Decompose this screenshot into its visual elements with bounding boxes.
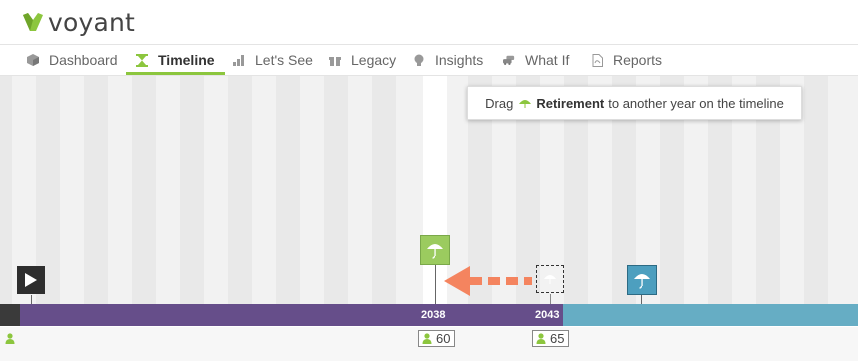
event-marker-stem: [641, 294, 642, 304]
app-header: voyant: [0, 0, 858, 45]
person-icon: [422, 333, 432, 344]
placeholder-stem: [550, 294, 551, 304]
cube-icon: [27, 54, 39, 66]
retirement-marker-stem: [435, 264, 436, 304]
timeline-bar-working: [20, 304, 563, 326]
age-chip-60: 60: [418, 330, 455, 347]
year-label-2043: 2043: [535, 309, 560, 321]
drag-direction-arrow: [444, 266, 532, 296]
tab-legacy[interactable]: Legacy: [329, 45, 396, 75]
tab-label: Insights: [435, 52, 484, 68]
age-value: 60: [436, 331, 451, 346]
lightbulb-icon: [413, 54, 425, 66]
umbrella-ghost-icon: [544, 275, 556, 284]
app-name: voyant: [48, 7, 136, 37]
umbrella-icon: [519, 100, 532, 108]
hourglass-icon: [136, 53, 148, 67]
voyant-logo[interactable]: voyant: [22, 7, 136, 37]
tab-label: What If: [525, 52, 570, 68]
bar-chart-icon: [233, 54, 245, 66]
drag-hint-tooltip: Drag Retirement to another year on the t…: [467, 86, 802, 120]
gift-icon: [329, 54, 341, 66]
year-label-2038: 2038: [421, 309, 446, 321]
person-icon: [536, 333, 546, 344]
tooltip-prefix: Drag: [485, 95, 514, 111]
tooltip-suffix: to another year on the timeline: [608, 95, 784, 111]
timeline-bar-retired: [563, 304, 858, 326]
start-marker-stem: [31, 295, 32, 304]
timeline-bar-start: [0, 304, 20, 326]
tab-lets-see[interactable]: Let's See: [233, 45, 313, 75]
tab-reports[interactable]: Reports: [591, 45, 662, 75]
cars-icon: [503, 54, 515, 66]
play-icon: [25, 273, 37, 287]
tab-label: Legacy: [351, 52, 397, 68]
retirement-marker-dragged[interactable]: [420, 235, 450, 265]
tab-label: Reports: [613, 52, 663, 68]
tab-insights[interactable]: Insights: [413, 45, 483, 75]
umbrella-icon: [634, 274, 650, 289]
person-icon: [5, 333, 15, 344]
tab-label: Dashboard: [49, 52, 118, 68]
pdf-icon: [591, 53, 603, 67]
main-nav: Dashboard Timeline Let's See Legacy Insi…: [0, 45, 858, 76]
tab-what-if[interactable]: What If: [503, 45, 569, 75]
age-chip-65: 65: [532, 330, 569, 347]
tab-label: Let's See: [255, 52, 313, 68]
age-value: 65: [550, 331, 565, 346]
tab-dashboard[interactable]: Dashboard: [27, 45, 118, 75]
umbrella-icon: [427, 244, 443, 259]
retirement-marker-placeholder: [536, 265, 564, 293]
voyant-logo-icon: [23, 13, 43, 31]
tab-label: Timeline: [158, 52, 215, 68]
play-button[interactable]: [17, 266, 45, 294]
event-marker-blue[interactable]: [627, 265, 657, 295]
tab-timeline[interactable]: Timeline: [126, 45, 225, 75]
tooltip-emphasis: Retirement: [536, 95, 605, 111]
